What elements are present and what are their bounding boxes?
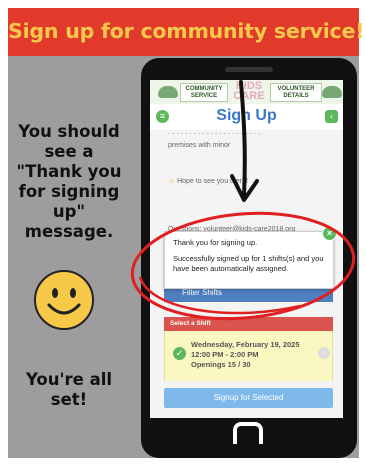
turtle-icon — [158, 86, 178, 98]
description-line: ☺ Hope to see you there! — [168, 178, 248, 185]
back-icon[interactable]: ‹ — [325, 110, 338, 123]
close-icon[interactable]: × — [322, 226, 337, 241]
speaker — [225, 67, 273, 72]
signup-for-selected-button[interactable]: Signup for Selected — [164, 388, 333, 408]
home-button[interactable] — [233, 422, 263, 444]
page-title: Sign Up — [216, 107, 277, 124]
success-toast: Thank you for signing up. Successfully s… — [164, 231, 334, 289]
smile-emoji-icon: ☺ — [168, 178, 176, 185]
kids-care-logo: KIDS CARE — [233, 80, 265, 102]
instruction-line: for signing — [18, 182, 120, 201]
title-bar: ≡ Sign Up ‹ — [150, 104, 343, 130]
shift-time: 12:00 PM - 2:00 PM — [191, 350, 259, 359]
shift-date: Wednesday, February 19, 2025 — [191, 340, 300, 349]
instruction-line: You're all — [25, 370, 113, 389]
instruction-line: up" — [52, 202, 86, 221]
description-line: - - - - - - - - - - - - - - - - - - - - … — [168, 131, 261, 138]
header-volunteer-details[interactable]: VOLUNTEER DETAILS — [270, 83, 322, 102]
banner: Sign up for community service! — [8, 8, 365, 56]
instruction-line: "Thank you — [16, 162, 122, 181]
smiley-face-icon — [34, 270, 94, 330]
instruction-line: see a — [44, 142, 94, 161]
instruction-line: You should — [18, 122, 120, 141]
header-community-service[interactable]: COMMUNITY SERVICE — [180, 83, 228, 102]
toast-detail: Successfully signed up for 1 shifts(s) a… — [173, 254, 324, 273]
instruction-bottom: You're all set! — [16, 370, 122, 410]
toast-message: Thank you for signing up. — [173, 238, 258, 247]
turtle-icon — [322, 86, 342, 98]
banner-title: Sign up for community service! — [8, 19, 365, 43]
shift-item[interactable]: ✓ Wednesday, February 19, 2025 12:00 PM … — [164, 331, 333, 381]
instruction-line: message. — [24, 222, 114, 241]
instruction-line: set! — [50, 390, 88, 409]
select-shift-header: Select a Shift — [164, 317, 333, 331]
description-line: premises with minor — [168, 142, 231, 149]
app-header: COMMUNITY SERVICE KIDS CARE VOLUNTEER DE… — [150, 80, 343, 104]
check-icon: ✓ — [173, 347, 186, 360]
chevron-right-icon[interactable]: › — [318, 347, 330, 359]
instruction-top: You should see a "Thank you for signing … — [16, 122, 122, 242]
shift-openings: Openings 15 / 30 — [191, 360, 251, 369]
